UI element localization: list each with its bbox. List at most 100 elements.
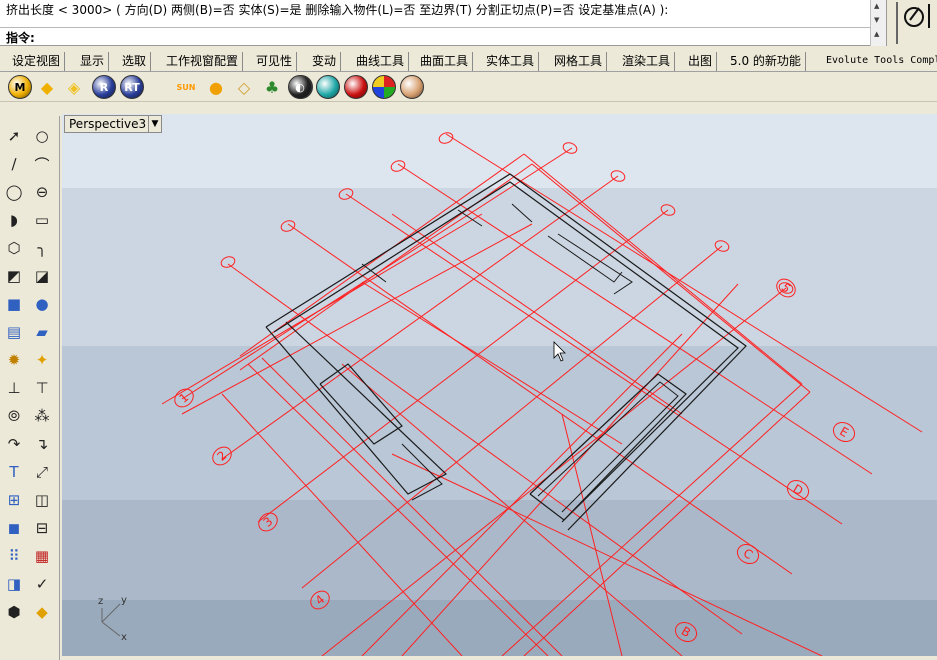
tab-13[interactable]: 5.0 的新功能 [726, 52, 806, 71]
polyline-icon[interactable]: ∕ [2, 152, 26, 176]
rt-icon[interactable]: RT [120, 75, 144, 99]
grid-label: B [679, 624, 693, 640]
teal-sphere-icon[interactable] [316, 75, 340, 99]
gear-icon[interactable]: ✹ [2, 348, 26, 372]
explode-icon[interactable]: ✦ [30, 348, 54, 372]
scroll-down-icon[interactable]: ▼ [874, 16, 879, 24]
viewport-menu-chevron-down-icon[interactable]: ▼ [148, 115, 162, 133]
axis-label-x: x [121, 632, 127, 643]
tab-11[interactable]: 渲染工具 [618, 52, 676, 71]
model-drawing[interactable]: 1 2 3 4 5 E D C B [62, 114, 937, 656]
command-prompt-row: 指令: [0, 28, 870, 46]
tab-10[interactable]: 网格工具 [550, 52, 608, 71]
r-icon[interactable]: R [92, 75, 116, 99]
polygon-icon[interactable]: ⬡ [2, 236, 26, 260]
solid-box-icon[interactable]: ◼ [2, 516, 26, 540]
ellipse-icon[interactable]: ⊖ [30, 180, 54, 204]
tab-3[interactable]: 选取 [118, 52, 152, 71]
tab-8[interactable]: 曲面工具 [416, 52, 474, 71]
tab-12[interactable]: 出图 [684, 52, 718, 71]
command-scrollbar[interactable]: ▲ ▼ ▲ [870, 0, 886, 46]
box-solid-icon[interactable]: ■ [2, 292, 26, 316]
multi-color-icon[interactable] [372, 75, 396, 99]
dimension-icon[interactable]: ⊟ [30, 516, 54, 540]
osnap-panel [886, 0, 937, 46]
scroll-split-icon[interactable]: ▲ [874, 30, 879, 38]
tab-2[interactable]: 显示 [76, 52, 110, 71]
grid-bubble-1: 1 [174, 388, 194, 408]
transform-icon[interactable]: ◫ [30, 488, 54, 512]
grid-line-a [181, 223, 533, 415]
axis-label-z: z [98, 596, 103, 607]
select-arrow-icon[interactable]: ➚ [2, 124, 26, 148]
tag-icon[interactable]: ◈ [62, 75, 86, 99]
plane-icon[interactable]: ◇ [232, 75, 256, 99]
grid-boundary [523, 153, 803, 385]
fillet-curve-icon[interactable]: ╮ [30, 236, 54, 260]
grid-boundary [501, 383, 803, 656]
command-input[interactable] [40, 29, 860, 44]
ungroup-icon[interactable]: ⁂ [30, 404, 54, 428]
compass-icon[interactable] [887, 0, 937, 46]
grid-bubble [280, 220, 296, 232]
grid-line-b [257, 209, 669, 523]
grid-array-icon[interactable]: ⠿ [2, 544, 26, 568]
grid-bubble [220, 256, 236, 268]
tab-4[interactable]: 工作视窗配置 [162, 52, 244, 71]
grid-boundary [391, 453, 823, 656]
grid-line-a [397, 163, 873, 475]
toolbar-tab-bar: 设定视图 显示 选取 工作视窗配置 可见性 变动 曲线工具 曲面工具 实体工具 网格工具 渲染工具出… [0, 50, 937, 72]
grid-bubble-3: 3 [258, 512, 278, 532]
tab-9[interactable]: 实体工具 [482, 52, 540, 71]
curve-icon[interactable]: ⌒ [30, 152, 54, 176]
grid-line-a [287, 223, 793, 575]
tab-14[interactable]: Evolute Tools Compl [822, 52, 937, 71]
block-icon[interactable]: ▦ [30, 544, 54, 568]
chamfer-icon[interactable]: ↴ [30, 432, 54, 456]
text-icon[interactable]: T [2, 460, 26, 484]
arc-icon[interactable]: ◗ [2, 208, 26, 232]
scroll-up-icon[interactable]: ▲ [874, 2, 879, 10]
render-box-icon[interactable]: ⬢ [2, 600, 26, 624]
mesh-plane-icon[interactable]: ▰ [30, 320, 54, 344]
circle-icon[interactable]: ◯ [2, 180, 26, 204]
grid-boundary [221, 393, 463, 656]
m-icon[interactable]: M [8, 75, 32, 99]
tab-1[interactable]: 设定视图 [8, 52, 66, 71]
mouse-cursor-icon [553, 341, 566, 362]
split-icon[interactable]: ⊤ [30, 376, 54, 400]
sun-icon[interactable]: SUN [174, 75, 198, 99]
cylinder-icon[interactable]: ▤ [2, 320, 26, 344]
grid-boundary [401, 283, 739, 656]
rectangle-icon[interactable]: ▭ [30, 208, 54, 232]
extrude-icon[interactable]: ◨ [2, 572, 26, 596]
grid-bubble-2: 2 [212, 446, 232, 466]
tab-6[interactable]: 变动 [308, 52, 342, 71]
tab-7[interactable]: 曲线工具 [352, 52, 410, 71]
sphere-solid-icon[interactable]: ● [30, 292, 54, 316]
material-icon[interactable]: ◆ [35, 75, 59, 99]
render-toolbar: M◆◈RRTSUN●◇♣?◐ [0, 72, 937, 102]
light-icon[interactable]: ● [204, 75, 228, 99]
skin-sphere-icon[interactable] [400, 75, 424, 99]
paint-icon[interactable]: ◆ [30, 600, 54, 624]
red-sphere-icon[interactable] [344, 75, 368, 99]
fillet-icon[interactable]: ↷ [2, 432, 26, 456]
array-icon[interactable]: ⊞ [2, 488, 26, 512]
grid-label: C [741, 546, 755, 562]
tab-5[interactable]: 可见性 [252, 52, 298, 71]
env-icon[interactable]: ◐ [288, 75, 312, 99]
viewport-title[interactable]: Perspective3 [64, 115, 152, 133]
trim-icon[interactable]: ⊥ [2, 376, 26, 400]
world-axis-icon: z y x [98, 595, 127, 643]
surface-corner-icon[interactable]: ◩ [2, 264, 26, 288]
tree-icon[interactable]: ♣ [260, 75, 284, 99]
point-icon[interactable]: ○ [30, 124, 54, 148]
check-icon[interactable]: ✓ [30, 572, 54, 596]
surface-edge-icon[interactable]: ◪ [30, 264, 54, 288]
group-icon[interactable]: ⦾ [2, 404, 26, 428]
perspective-viewport[interactable]: Perspective3 ▼ 1 2 3 4 5 E D C B z y x [62, 114, 937, 656]
grid-bubble-D: D [786, 479, 810, 501]
scale-icon[interactable]: ⤢ [30, 460, 54, 484]
grid-bubble-5: 5 [776, 278, 796, 298]
